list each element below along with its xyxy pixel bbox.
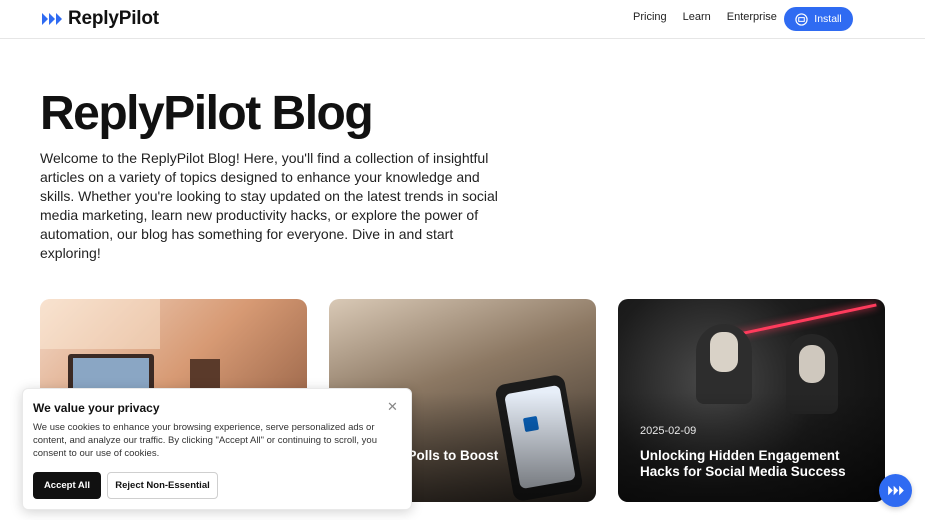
card-shade bbox=[618, 392, 885, 502]
cookie-text: We use cookies to enhance your browsing … bbox=[33, 422, 377, 459]
reject-non-essential-button[interactable]: Reject Non-Essential bbox=[107, 472, 218, 499]
nav-pricing[interactable]: Pricing bbox=[633, 11, 667, 23]
blog-card[interactable]: 2025-02-09 Unlocking Hidden Engagement H… bbox=[618, 299, 885, 502]
brand-logo[interactable]: ReplyPilot bbox=[42, 7, 159, 31]
card-date: 2025-02-09 bbox=[640, 425, 697, 437]
site-header: ReplyPilot Pricing Learn Enterprise Inst… bbox=[0, 0, 925, 39]
close-icon[interactable]: ✕ bbox=[387, 399, 398, 415]
page-description: Welcome to the ReplyPilot Blog! Here, yo… bbox=[40, 150, 498, 261]
mask-face bbox=[799, 345, 825, 383]
nav-learn[interactable]: Learn bbox=[683, 11, 711, 23]
page-title: ReplyPilot Blog bbox=[40, 87, 374, 140]
top-nav: Pricing Learn Enterprise bbox=[633, 11, 777, 23]
chatgpt-icon bbox=[795, 12, 808, 26]
fast-forward-icon bbox=[887, 485, 904, 496]
card-title[interactable]: Unlocking Hidden Engagement Hacks for So… bbox=[640, 448, 876, 480]
brand-name: ReplyPilot bbox=[68, 8, 159, 29]
window-light bbox=[40, 299, 160, 349]
fast-forward-icon bbox=[42, 13, 62, 25]
neon-light bbox=[729, 303, 877, 338]
accept-all-button[interactable]: Accept All bbox=[33, 472, 101, 499]
cookie-title: We value your privacy bbox=[33, 401, 160, 415]
mask-face bbox=[710, 332, 738, 372]
install-button[interactable]: Install bbox=[784, 7, 853, 31]
chat-launcher-button[interactable] bbox=[879, 474, 912, 507]
cookie-banner: We value your privacy ✕ We use cookies t… bbox=[22, 388, 412, 510]
install-label: Install bbox=[814, 13, 842, 25]
nav-enterprise[interactable]: Enterprise bbox=[727, 11, 777, 23]
